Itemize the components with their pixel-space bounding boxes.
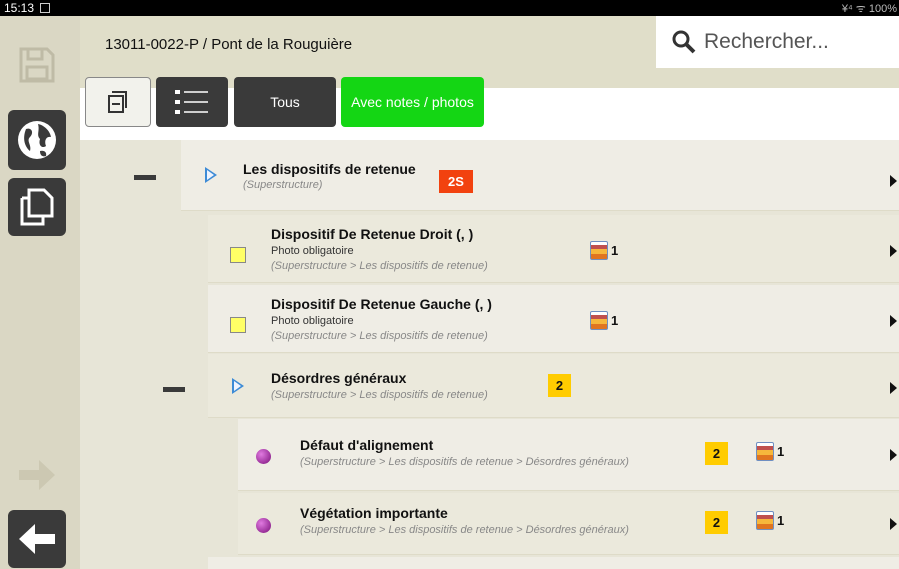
list-view-button[interactable] bbox=[156, 77, 228, 127]
filter-notes-photos-button[interactable]: Avec notes / photos bbox=[341, 77, 484, 127]
chevron-right-icon bbox=[890, 175, 897, 187]
list-item[interactable]: Désordres généraux (Superstructure > Les… bbox=[163, 354, 899, 418]
search-icon bbox=[672, 30, 696, 54]
item-badge: 2S bbox=[439, 170, 473, 193]
copy-button[interactable] bbox=[8, 178, 66, 236]
item-title: Dispositif De Retenue Gauche (, ) bbox=[271, 296, 492, 312]
photo-count[interactable]: 1 bbox=[756, 442, 784, 461]
list-item[interactable]: Les dispositifs de retenue (Superstructu… bbox=[134, 140, 899, 211]
photo-icon bbox=[590, 241, 608, 260]
item-path: (Superstructure > Les dispositifs de ret… bbox=[300, 524, 629, 536]
chevron-right-icon bbox=[890, 518, 897, 530]
photo-icon bbox=[756, 442, 774, 461]
item-title: Les dispositifs de retenue bbox=[243, 161, 416, 177]
collapse-toggle[interactable] bbox=[134, 175, 156, 180]
collapse-all-button[interactable] bbox=[85, 77, 151, 127]
status-time: 15:13 bbox=[4, 1, 35, 15]
list-item[interactable]: Dispositif De Retenue Gauche (, ) Photo … bbox=[208, 285, 899, 353]
expand-arrow-icon bbox=[205, 167, 217, 183]
item-badge: 2 bbox=[705, 442, 728, 465]
checkbox[interactable] bbox=[230, 247, 246, 263]
map-button[interactable] bbox=[8, 110, 66, 170]
forward-button[interactable] bbox=[8, 446, 66, 504]
item-badge: 2 bbox=[548, 374, 571, 397]
list-item[interactable]: Dispositif De Retenue Droit (, ) Photo o… bbox=[208, 215, 899, 283]
list-item[interactable] bbox=[208, 557, 899, 569]
list-item[interactable]: Défaut d'alignement (Superstructure > Le… bbox=[238, 419, 899, 491]
photo-count[interactable]: 1 bbox=[590, 241, 618, 260]
save-button[interactable] bbox=[8, 36, 66, 94]
expand-arrow-icon bbox=[232, 378, 244, 394]
status-indicators: ¥⁴ ᯤ 100% bbox=[841, 3, 897, 15]
item-subtitle: Photo obligatoire bbox=[271, 245, 354, 257]
status-bar: 15:13 ¥⁴ ᯤ 100% bbox=[0, 0, 899, 16]
item-path: (Superstructure > Les dispositifs de ret… bbox=[300, 456, 629, 468]
status-dot-icon bbox=[256, 518, 271, 533]
back-button[interactable] bbox=[8, 510, 66, 568]
notification-icon bbox=[40, 3, 50, 13]
arrow-left-icon bbox=[19, 524, 55, 554]
item-subtitle: Photo obligatoire bbox=[271, 315, 354, 327]
list-item[interactable]: Végétation importante (Superstructure > … bbox=[238, 493, 899, 555]
save-icon bbox=[19, 47, 55, 83]
item-path: (Superstructure > Les dispositifs de ret… bbox=[271, 389, 488, 401]
photo-icon bbox=[756, 511, 774, 530]
collapse-toggle[interactable] bbox=[163, 387, 185, 392]
photo-count-value: 1 bbox=[777, 513, 785, 528]
chevron-right-icon bbox=[890, 245, 897, 257]
item-path: (Superstructure > Les dispositifs de ret… bbox=[271, 260, 488, 272]
sidebar bbox=[0, 16, 80, 569]
item-title: Végétation importante bbox=[300, 505, 448, 521]
search-input[interactable]: Rechercher... bbox=[656, 16, 899, 68]
list-icon bbox=[175, 90, 208, 114]
chevron-right-icon bbox=[890, 449, 897, 461]
status-dot-icon bbox=[256, 449, 271, 464]
item-badge: 2 bbox=[705, 511, 728, 534]
checkbox[interactable] bbox=[230, 317, 246, 333]
item-title: Défaut d'alignement bbox=[300, 437, 434, 453]
photo-count[interactable]: 1 bbox=[756, 511, 784, 530]
item-path: (Superstructure) bbox=[243, 179, 323, 191]
item-title: Désordres généraux bbox=[271, 370, 407, 386]
filter-all-button[interactable]: Tous bbox=[234, 77, 336, 127]
search-placeholder: Rechercher... bbox=[704, 30, 829, 53]
photo-count-value: 1 bbox=[611, 243, 619, 258]
photo-count-value: 1 bbox=[777, 444, 785, 459]
arrow-right-icon bbox=[19, 460, 55, 490]
collapse-icon bbox=[108, 91, 127, 113]
chevron-right-icon bbox=[890, 315, 897, 327]
photo-count-value: 1 bbox=[611, 313, 619, 328]
photo-count[interactable]: 1 bbox=[590, 311, 618, 330]
tree-list: Les dispositifs de retenue (Superstructu… bbox=[80, 140, 899, 569]
chevron-right-icon bbox=[890, 382, 897, 394]
copy-icon bbox=[20, 188, 54, 226]
globe-icon bbox=[18, 121, 56, 159]
item-path: (Superstructure > Les dispositifs de ret… bbox=[271, 330, 488, 342]
page-title: 13011-0022-P / Pont de la Rouguière bbox=[105, 36, 353, 53]
photo-icon bbox=[590, 311, 608, 330]
item-title: Dispositif De Retenue Droit (, ) bbox=[271, 226, 474, 242]
